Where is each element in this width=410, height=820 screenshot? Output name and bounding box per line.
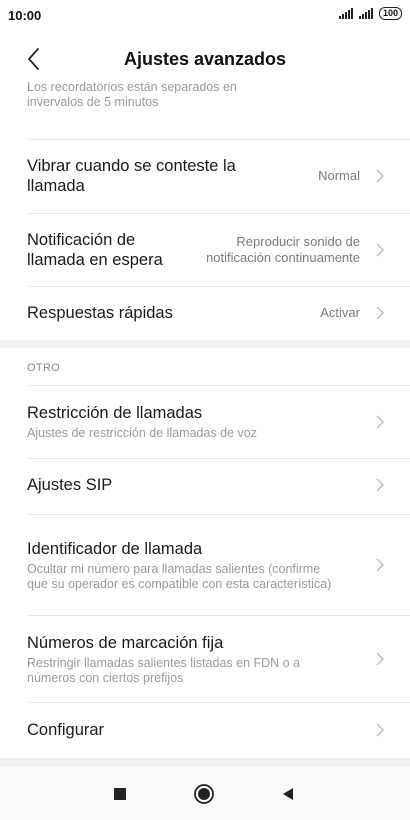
vibrate-on-answer-row[interactable]: Vibrar cuando se conteste la llamada Nor… [0,140,410,212]
system-navigation-bar [0,765,410,820]
call-barring-subtitle: Ajustes de restricción de llamadas de vo… [27,426,257,440]
recents-button[interactable] [109,783,131,805]
quick-replies-title: Respuestas rápidas [27,304,173,322]
section-header-other: OTRO [27,362,60,374]
quick-replies-value: Activar [320,305,360,320]
caller-id-subtitle: Ocultar mi número para llamadas saliente… [27,561,332,591]
chevron-right-icon [376,169,384,183]
caller-id-row[interactable]: Identificador de llamada Ocultar mi núme… [0,515,410,615]
back-nav-button[interactable] [277,783,299,805]
chevron-right-icon [376,723,384,737]
section-separator [0,758,410,765]
status-icons: 100 [338,7,402,20]
fixed-dialing-numbers-subtitle: Restringir llamadas salientes listadas e… [27,655,301,685]
sip-settings-title: Ajustes SIP [27,476,113,494]
section-separator [0,340,410,348]
page-title: Ajustes avanzados [123,49,287,69]
configure-row[interactable]: Configurar [0,703,410,757]
status-time: 10:00 [8,8,42,23]
chevron-right-icon [376,415,384,429]
chevron-left-icon [28,48,39,70]
configure-title: Configurar [27,721,105,739]
battery-icon: 100 [378,7,402,20]
vibrate-on-answer-title: Vibrar cuando se conteste la llamada [27,157,236,195]
chevron-right-icon [376,652,384,666]
fixed-dialing-numbers-title: Números de marcación fija [27,633,224,652]
call-barring-title: Restricción de llamadas [27,404,203,422]
chevron-right-icon [376,243,384,257]
call-waiting-notification-value: Reproducir sonido de notificación contin… [206,234,360,265]
reminder-interval-description: Los recordatorios están separados en inv… [27,82,237,109]
chevron-right-icon [376,306,384,320]
status-bar: 10:00 100 [0,0,410,32]
call-barring-row[interactable]: Restricción de llamadas Ajustes de restr… [0,386,410,458]
back-button[interactable] [20,44,50,74]
chevron-right-icon [376,558,384,572]
caller-id-title: Identificador de llamada [27,539,203,558]
chevron-right-icon [376,478,384,492]
settings-list[interactable]: Los recordatorios están separados en inv… [0,82,410,765]
home-button[interactable] [193,783,215,805]
sip-settings-row[interactable]: Ajustes SIP [0,459,410,511]
home-circle-icon [194,784,214,804]
recents-square-icon [114,788,126,800]
app-header: Ajustes avanzados [0,36,410,80]
vibrate-on-answer-value: Normal [318,168,360,183]
quick-replies-row[interactable]: Respuestas rápidas Activar [0,287,410,339]
signal-icon [338,8,353,19]
fixed-dialing-numbers-row[interactable]: Números de marcación fija Restringir lla… [0,616,410,702]
back-triangle-icon [283,788,293,800]
call-waiting-notification-title: Notificación de llamada en espera [27,231,163,269]
signal-icon [358,8,373,19]
call-waiting-notification-row[interactable]: Notificación de llamada en espera Reprod… [0,214,410,286]
